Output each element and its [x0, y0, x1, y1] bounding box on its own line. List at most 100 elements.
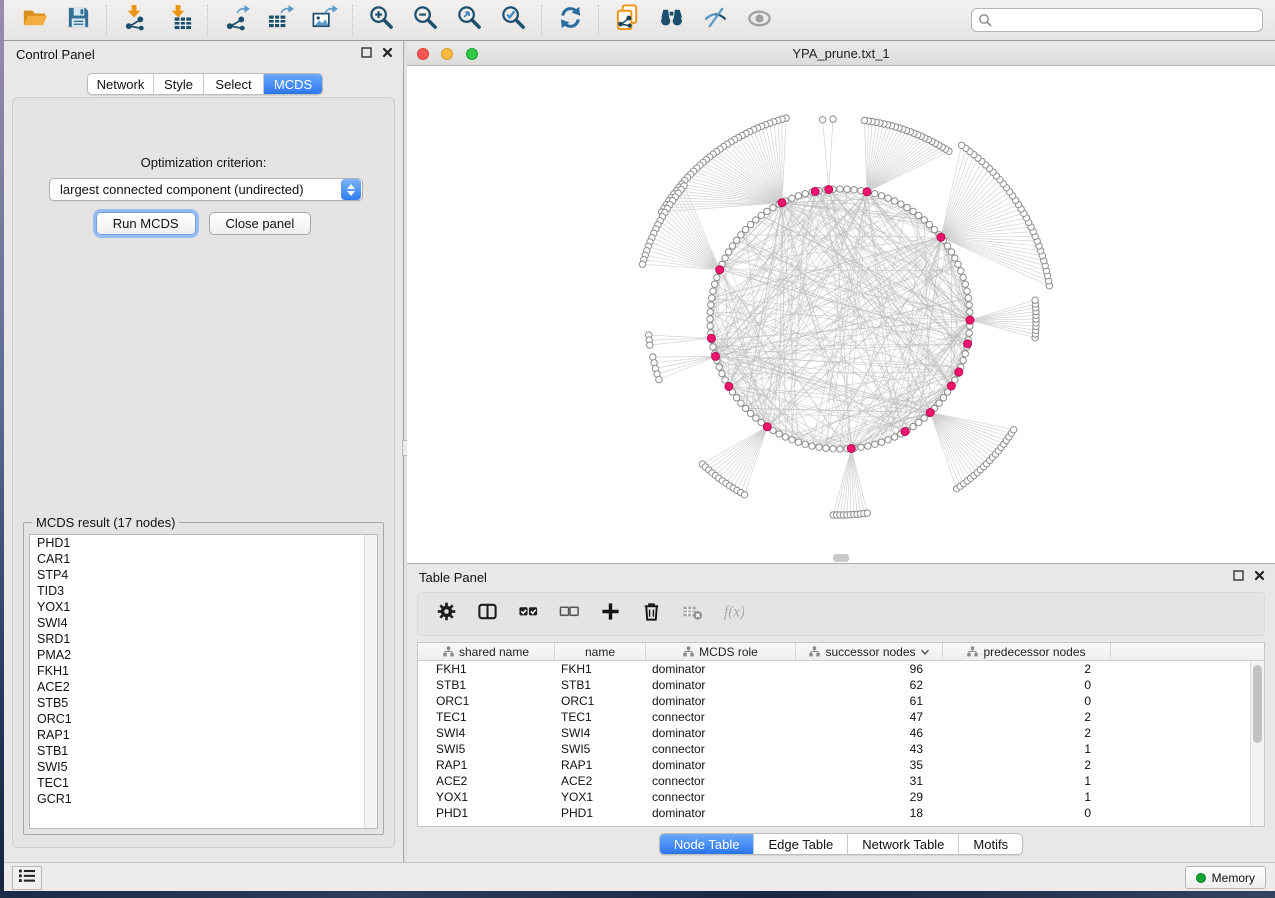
deselect-all-rows-button[interactable] [557, 602, 581, 626]
mcds-result-item[interactable]: TID3 [30, 583, 377, 599]
cell-shared-name: ACE2 [418, 773, 555, 789]
mcds-result-groupbox: MCDS result (17 nodes) PHD1CAR1STP4TID3Y… [23, 522, 384, 835]
float-panel-icon[interactable] [361, 47, 372, 58]
table-row[interactable]: TEC1TEC1connector472 [418, 709, 1264, 725]
search-all-icon [658, 4, 685, 36]
hierarchy-icon [683, 646, 694, 657]
show-all-button[interactable] [737, 3, 781, 37]
mcds-result-item[interactable]: STP4 [30, 567, 377, 583]
task-history-button[interactable] [12, 866, 42, 890]
export-image-button[interactable] [302, 3, 346, 37]
add-column-button[interactable] [598, 602, 622, 626]
delete-table-icon [682, 601, 703, 627]
toolbar-separator [207, 5, 208, 35]
cell-predecessor-nodes: 1 [943, 789, 1111, 805]
mcds-result-item[interactable]: YOX1 [30, 599, 377, 615]
table-row[interactable]: PHD1PHD1dominator180 [418, 805, 1264, 821]
column-header-successor-nodes[interactable]: successor nodes [796, 643, 943, 660]
mcds-result-item[interactable]: GCR1 [30, 791, 377, 807]
table-row[interactable]: RAP1RAP1dominator352 [418, 757, 1264, 773]
table-row[interactable]: STB1STB1dominator620 [418, 677, 1264, 693]
tab-style[interactable]: Style [154, 74, 204, 94]
tab-select[interactable]: Select [204, 74, 264, 94]
column-header-shared-name[interactable]: shared name [418, 643, 555, 660]
add-column-icon [600, 601, 621, 627]
column-settings-button[interactable] [434, 602, 458, 626]
mcds-result-item[interactable]: CAR1 [30, 551, 377, 567]
table-row[interactable]: FKH1FKH1dominator962 [418, 661, 1264, 677]
mcds-result-item[interactable]: STB5 [30, 695, 377, 711]
mcds-result-item[interactable]: SWI5 [30, 759, 377, 775]
mcds-result-item[interactable]: TEC1 [30, 775, 377, 791]
toolbar-separator [352, 5, 353, 35]
tab-edge-table[interactable]: Edge Table [754, 834, 848, 854]
delete-column-button[interactable] [639, 602, 663, 626]
mcds-result-item[interactable]: STB1 [30, 743, 377, 759]
mcds-result-item[interactable]: RAP1 [30, 727, 377, 743]
network-hscroll-thumb[interactable] [833, 554, 849, 562]
zoom-fit-button[interactable] [447, 3, 491, 37]
tab-network[interactable]: Network [88, 74, 154, 94]
delete-table-button[interactable] [680, 602, 704, 626]
close-panel-icon[interactable] [1254, 570, 1265, 581]
mcds-result-item[interactable]: SRD1 [30, 631, 377, 647]
mcds-result-item[interactable]: ORC1 [30, 711, 377, 727]
zoom-selected-button[interactable] [491, 3, 535, 37]
run-mcds-button[interactable]: Run MCDS [96, 212, 196, 235]
zoom-out-button[interactable] [403, 3, 447, 37]
export-network-button[interactable] [214, 3, 258, 37]
cell-MCDS-role: dominator [646, 805, 796, 821]
mcds-result-item[interactable]: PHD1 [30, 535, 377, 551]
split-columns-button[interactable] [475, 602, 499, 626]
table-row[interactable]: ORC1ORC1dominator610 [418, 693, 1264, 709]
tab-motifs[interactable]: Motifs [959, 834, 1022, 854]
desktop-wallpaper-bottom [0, 891, 1275, 898]
table-row[interactable]: YOX1YOX1connector291 [418, 789, 1264, 805]
column-header-MCDS-role[interactable]: MCDS role [646, 643, 796, 660]
mcds-result-item[interactable]: FKH1 [30, 663, 377, 679]
column-header-predecessor-nodes[interactable]: predecessor nodes [943, 643, 1111, 660]
export-table-button[interactable] [258, 3, 302, 37]
column-header-name[interactable]: name [555, 643, 646, 660]
mcds-list-scrollbar[interactable] [364, 535, 377, 828]
table-scrollbar-thumb[interactable] [1253, 665, 1262, 743]
tab-node-table[interactable]: Node Table [660, 834, 755, 854]
table-row[interactable]: SWI5SWI5connector431 [418, 741, 1264, 757]
tab-mcds[interactable]: MCDS [264, 74, 322, 94]
table-row[interactable]: ACE2ACE2connector311 [418, 773, 1264, 789]
open-network-button[interactable] [12, 3, 56, 37]
search-input[interactable] [971, 8, 1263, 32]
cell-shared-name: RAP1 [418, 757, 555, 773]
float-panel-icon[interactable] [1233, 570, 1244, 581]
memory-button[interactable]: Memory [1185, 866, 1266, 889]
list-icon [18, 868, 36, 889]
import-network-button[interactable] [113, 3, 157, 37]
search-all-button[interactable] [649, 3, 693, 37]
zoom-in-button[interactable] [359, 3, 403, 37]
export-image-icon [311, 4, 338, 36]
close-panel-button[interactable]: Close panel [209, 212, 312, 235]
table-scrollbar[interactable] [1250, 661, 1264, 826]
mcds-result-item[interactable]: SWI4 [30, 615, 377, 631]
table-row[interactable]: SWI4SWI4dominator462 [418, 725, 1264, 741]
hide-selected-button[interactable] [693, 3, 737, 37]
memory-status-icon [1196, 873, 1206, 883]
close-panel-icon[interactable] [382, 47, 393, 58]
mcds-result-item[interactable]: ACE2 [30, 679, 377, 695]
tab-network-table[interactable]: Network Table [848, 834, 959, 854]
zoom-in-icon [368, 4, 395, 36]
delete-column-icon [641, 601, 662, 627]
network-canvas[interactable] [407, 66, 1275, 563]
save-session-button[interactable] [56, 3, 100, 37]
mcds-result-list[interactable]: PHD1CAR1STP4TID3YOX1SWI4SRD1PMA2FKH1ACE2… [29, 534, 378, 829]
refresh-layout-button[interactable] [548, 3, 592, 37]
mcds-result-item[interactable]: PMA2 [30, 647, 377, 663]
import-table-button[interactable] [157, 3, 201, 37]
cell-successor-nodes: 43 [796, 741, 943, 757]
function-builder-button[interactable]: f(x) [721, 602, 745, 626]
mcds-tab-content: Optimization criterion: largest connecte… [12, 97, 395, 848]
cell-predecessor-nodes: 2 [943, 709, 1111, 725]
select-all-rows-button[interactable] [516, 602, 540, 626]
clone-network-button[interactable] [605, 3, 649, 37]
optimization-criterion-select[interactable]: largest connected component (undirected) [49, 178, 363, 201]
